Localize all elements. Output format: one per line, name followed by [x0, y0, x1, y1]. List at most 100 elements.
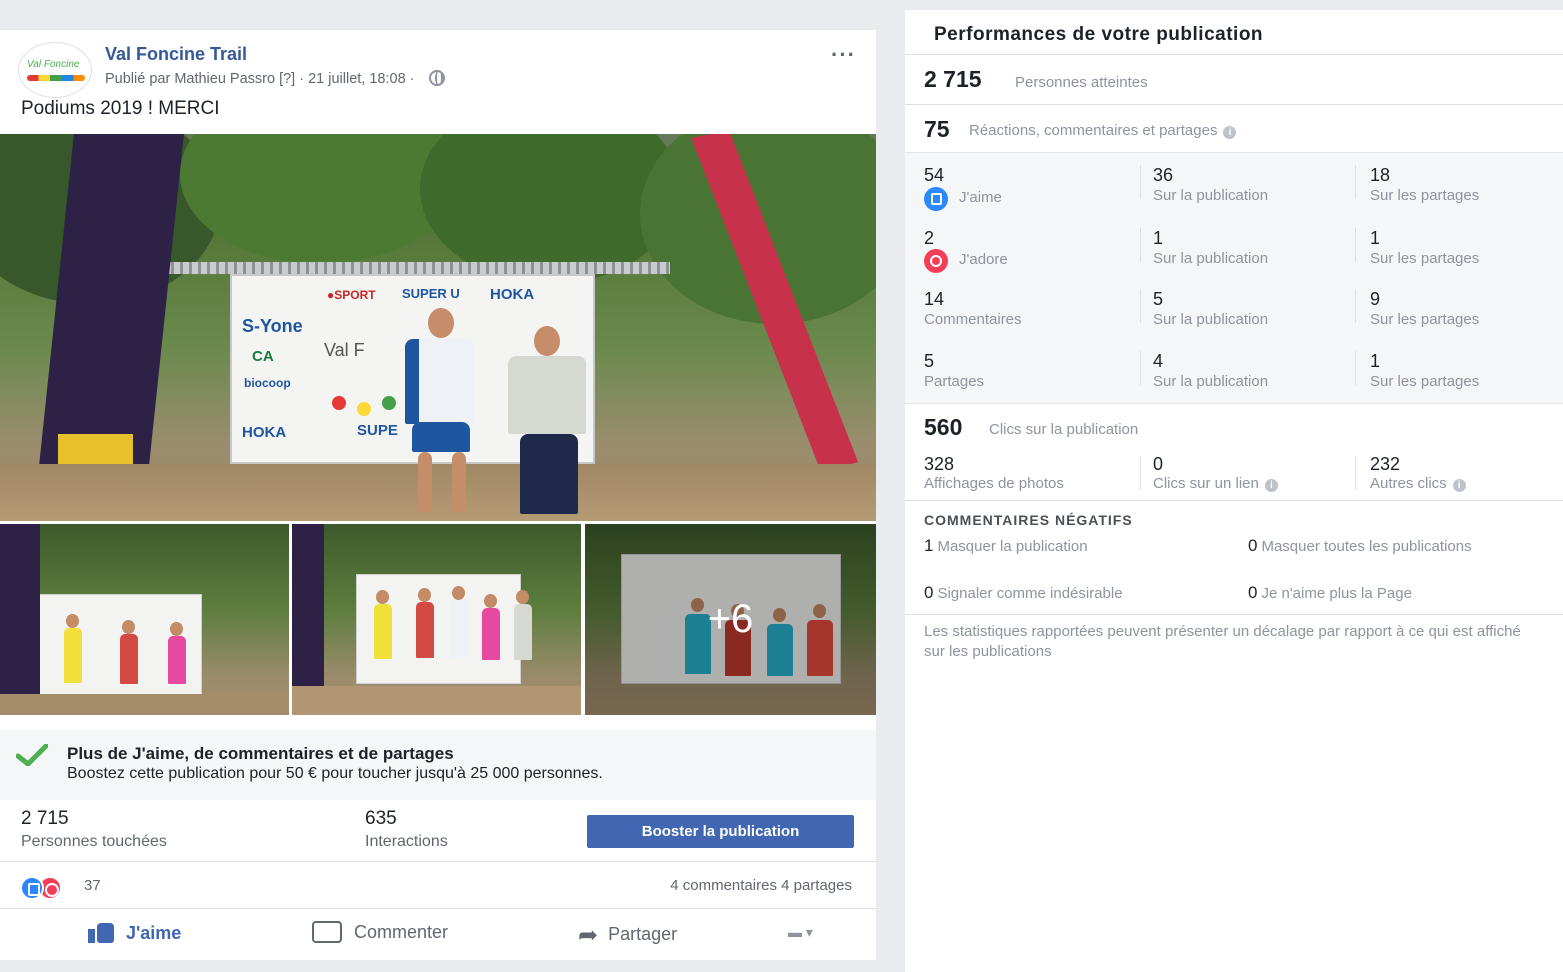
reach-value: 2 715 — [21, 808, 69, 829]
photo-views-label: Affichages de photos — [924, 475, 1064, 492]
post-photo-thumb[interactable] — [292, 524, 581, 715]
unlike-page-label: Je n'aime plus la Page — [1261, 585, 1412, 602]
engagement-label-text: Réactions, commentaires et partages — [969, 122, 1218, 139]
boost-title: Plus de J'aime, de commentaires et de pa… — [67, 744, 454, 763]
comment-icon — [312, 921, 342, 943]
likes-total: 54 — [924, 165, 945, 185]
reactions-breakdown: 54 J'aime 36 Sur la publication 18 Sur l… — [905, 152, 1563, 404]
boost-post-button[interactable]: Booster la publication — [587, 815, 854, 848]
likes-label: J'aime — [959, 189, 1002, 206]
post-meta-text: Publié par Mathieu Passro [?] · 21 juill… — [105, 71, 415, 87]
other-clicks-label: Autres clics i — [1370, 475, 1466, 492]
info-icon[interactable]: i — [1223, 126, 1237, 139]
info-icon[interactable]: i — [1264, 479, 1278, 492]
likes-on-post: 36 — [1153, 165, 1174, 185]
loves-on-shares: 1 — [1370, 228, 1381, 248]
likes-on-shares-label: Sur les partages — [1370, 187, 1480, 204]
other-clicks-value: 232 — [1370, 454, 1401, 474]
people-reached-label: Personnes atteintes — [1015, 74, 1148, 91]
insights-panel: Performances de votre publication 2 715 … — [905, 10, 1563, 972]
post-text: Podiums 2019 ! MERCI — [21, 98, 220, 119]
link-clicks-value: 0 — [1153, 454, 1164, 474]
globe-icon — [428, 70, 445, 86]
shares-on-shares-label: Sur les partages — [1370, 373, 1480, 390]
engagement-label: Réactions, commentaires et partages i — [969, 122, 1237, 139]
unlike-page-stat: 0 Je n'aime plus la Page — [1248, 583, 1548, 604]
people-reached-value: 2 715 — [924, 66, 982, 92]
report-spam-stat: 0 Signaler comme indésirable — [924, 583, 1234, 604]
reactions-summary: 37 4 commentaires 4 partages — [0, 863, 876, 909]
like-button[interactable]: J'aime — [88, 921, 181, 944]
shares-label: Partages — [924, 373, 985, 390]
stats-footnote: Les statistiques rapportées peuvent prés… — [924, 623, 1521, 660]
comments-on-shares-label: Sur les partages — [1370, 311, 1480, 328]
insights-title: Performances de votre publication — [934, 24, 1264, 45]
link-clicks-label: Clics sur un lien i — [1153, 475, 1278, 492]
love-icon — [924, 249, 948, 273]
loves-on-post: 1 — [1153, 228, 1164, 248]
check-icon — [16, 744, 48, 766]
more-photos-overlay[interactable]: +6 — [585, 524, 876, 715]
share-icon: ➦ — [578, 922, 599, 949]
hide-post-label: Masquer la publication — [937, 538, 1088, 555]
like-icon — [924, 187, 948, 211]
likes-on-post-label: Sur la publication — [1153, 187, 1269, 204]
post-clicks-label: Clics sur la publication — [989, 421, 1139, 438]
interactions-value: 635 — [365, 808, 397, 829]
shares-on-shares: 1 — [1370, 351, 1381, 371]
shares-on-post-label: Sur la publication — [1153, 373, 1269, 390]
more-options-icon[interactable]: ··· — [831, 42, 856, 68]
like-label: J'aime — [126, 923, 182, 943]
photo-views-value: 328 — [924, 454, 955, 474]
link-clicks-label-text: Clics sur un lien — [1153, 475, 1259, 492]
negative-feedback-title: COMMENTAIRES NÉGATIFS — [924, 512, 1133, 528]
post-photo-thumb-more[interactable]: +6 — [585, 524, 876, 715]
post-photo-main[interactable]: ●SPORT SUPER U HOKA S-Yone CA Val F bioc… — [0, 134, 876, 521]
comments-shares-count[interactable]: 4 commentaires 4 partages — [670, 877, 852, 894]
post-meta: Publié par Mathieu Passro [?] · 21 juill… — [105, 70, 445, 87]
likes-on-shares: 18 — [1370, 165, 1391, 185]
hide-all-posts-label: Masquer toutes les publications — [1261, 538, 1472, 555]
comments-on-post-label: Sur la publication — [1153, 311, 1269, 328]
comments-total: 14 — [924, 289, 945, 309]
report-spam-label: Signaler comme indésirable — [937, 585, 1123, 602]
loves-on-shares-label: Sur les partages — [1370, 250, 1480, 267]
boost-description: Boostez cette publication pour 50 € pour… — [67, 765, 603, 782]
comments-on-shares: 9 — [1370, 289, 1381, 309]
post-header: Val Foncine Val Foncine Trail Publié par… — [18, 42, 868, 102]
post-stats-row: 2 715 Personnes touchées 635 Interaction… — [0, 800, 876, 862]
hide-post-value: 1 — [924, 536, 934, 555]
reach-label: Personnes touchées — [21, 833, 167, 850]
comment-button[interactable]: Commenter — [312, 921, 448, 943]
comments-on-post: 5 — [1153, 289, 1164, 309]
loves-label: J'adore — [959, 251, 1008, 268]
like-reaction-icon[interactable] — [20, 876, 44, 900]
share-label: Partager — [608, 924, 678, 944]
post-actions: J'aime Commenter ➦ Partager ▬ ▾ — [0, 910, 876, 960]
page-avatar[interactable]: Val Foncine — [18, 42, 92, 98]
loves-total: 2 — [924, 228, 935, 248]
boost-suggestion: Plus de J'aime, de commentaires et de pa… — [0, 730, 876, 800]
page-name-link[interactable]: Val Foncine Trail — [105, 44, 247, 65]
interactions-label: Interactions — [365, 833, 448, 850]
shares-total: 5 — [924, 351, 935, 371]
hide-all-posts-value: 0 — [1248, 536, 1258, 555]
hide-post-stat: 1 Masquer la publication — [924, 536, 1224, 557]
unlike-page-value: 0 — [1248, 583, 1258, 602]
report-spam-value: 0 — [924, 583, 934, 602]
loves-on-post-label: Sur la publication — [1153, 250, 1269, 267]
comments-label: Commentaires — [924, 311, 1022, 328]
post-card: Val Foncine Val Foncine Trail Publié par… — [0, 30, 876, 960]
comment-label: Commenter — [354, 922, 449, 942]
other-clicks-label-text: Autres clics — [1370, 475, 1447, 492]
engagement-value: 75 — [924, 116, 950, 142]
audience-selector-icon[interactable]: ▬ ▾ — [788, 924, 813, 941]
reactions-count[interactable]: 37 — [84, 877, 101, 894]
post-clicks-value: 560 — [924, 414, 963, 440]
share-button[interactable]: ➦ Partager — [578, 921, 677, 950]
thumb-up-icon — [88, 921, 116, 943]
hide-all-posts-stat: 0 Masquer toutes les publications — [1248, 536, 1488, 557]
shares-on-post: 4 — [1153, 351, 1164, 371]
info-icon[interactable]: i — [1452, 479, 1466, 492]
post-photo-thumb[interactable] — [0, 524, 289, 715]
